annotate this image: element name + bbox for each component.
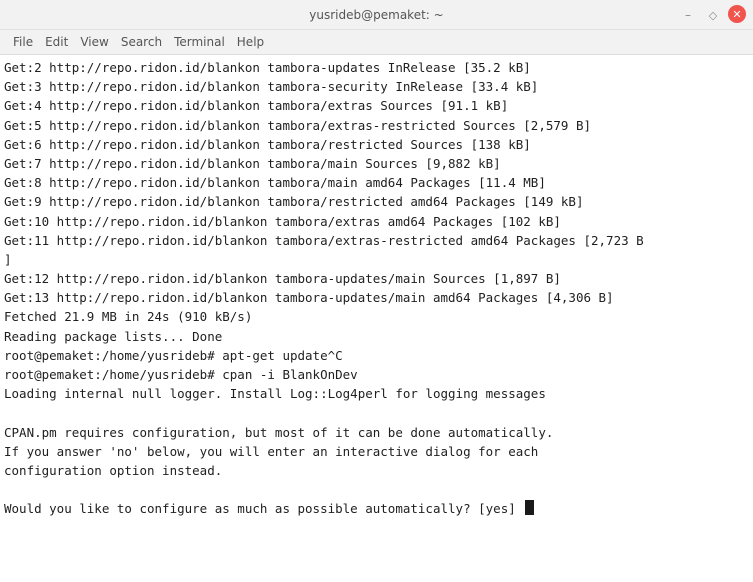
terminal-line: Get:9 http://repo.ridon.id/blankon tambo… — [4, 194, 584, 210]
terminal-line: Get:8 http://repo.ridon.id/blankon tambo… — [4, 175, 546, 191]
menu-view[interactable]: View — [74, 35, 114, 49]
menu-file[interactable]: File — [7, 35, 39, 49]
terminal-line: root@pemaket:/home/yusrideb# cpan -i Bla… — [4, 367, 358, 382]
title-bar[interactable]: yusrideb@pemaket: ~ – ◇ ✕ — [0, 0, 753, 30]
terminal-line: Reading package lists... Done — [4, 328, 223, 344]
terminal-line: Get:5 http://repo.ridon.id/blankon tambo… — [4, 117, 591, 133]
menu-help[interactable]: Help — [231, 35, 270, 49]
menu-terminal[interactable]: Terminal — [168, 35, 231, 49]
terminal-line: CPAN.pm requires configuration, but most… — [4, 424, 554, 440]
terminal-line: Fetched 21.9 MB in 24s (910 kB/s) — [4, 309, 253, 325]
terminal-line: Get:3 http://repo.ridon.id/blankon tambo… — [4, 79, 539, 95]
close-button[interactable]: ✕ — [728, 5, 746, 23]
terminal-line: If you answer 'no' below, you will enter… — [4, 443, 539, 459]
maximize-icon: ◇ — [708, 8, 718, 22]
terminal-line: Get:12 http://repo.ridon.id/blankon tamb… — [4, 271, 561, 287]
terminal-line: Get:7 http://repo.ridon.id/blankon tambo… — [4, 155, 501, 171]
terminal-prompt-text: Would you like to configure as much as p… — [4, 501, 524, 517]
terminal-line: ] — [4, 251, 12, 267]
terminal-prompt-line: Would you like to configure as much as p… — [4, 499, 753, 518]
terminal-line: Get:13 http://repo.ridon.id/blankon tamb… — [4, 290, 614, 306]
close-icon: ✕ — [732, 7, 742, 21]
minimize-icon: – — [685, 8, 691, 22]
terminal-window: yusrideb@pemaket: ~ – ◇ ✕ File Edit View… — [0, 0, 753, 582]
terminal-line: Get:10 http://repo.ridon.id/blankon tamb… — [4, 213, 561, 229]
terminal-line: root@pemaket:/home/yusrideb# apt-get upd… — [4, 347, 343, 363]
terminal-line: Get:6 http://repo.ridon.id/blankon tambo… — [4, 136, 531, 152]
window-title: yusrideb@pemaket: ~ — [309, 8, 444, 22]
terminal-line: Loading internal null logger. Install Lo… — [4, 386, 546, 402]
terminal-line: Get:2 http://repo.ridon.id/blankon tambo… — [4, 60, 531, 75]
minimize-button[interactable]: – — [678, 5, 698, 25]
terminal-line: configuration option instead. — [4, 462, 223, 478]
terminal-line: Get:4 http://repo.ridon.id/blankon tambo… — [4, 98, 509, 114]
terminal-output[interactable]: Get:2 http://repo.ridon.id/blankon tambo… — [0, 55, 753, 582]
text-cursor — [525, 500, 535, 516]
menu-bar: File Edit View Search Terminal Help — [0, 30, 753, 55]
menu-search[interactable]: Search — [115, 35, 168, 49]
menu-edit[interactable]: Edit — [39, 35, 74, 49]
maximize-button[interactable]: ◇ — [703, 5, 723, 25]
terminal-line: Get:11 http://repo.ridon.id/blankon tamb… — [4, 232, 644, 248]
